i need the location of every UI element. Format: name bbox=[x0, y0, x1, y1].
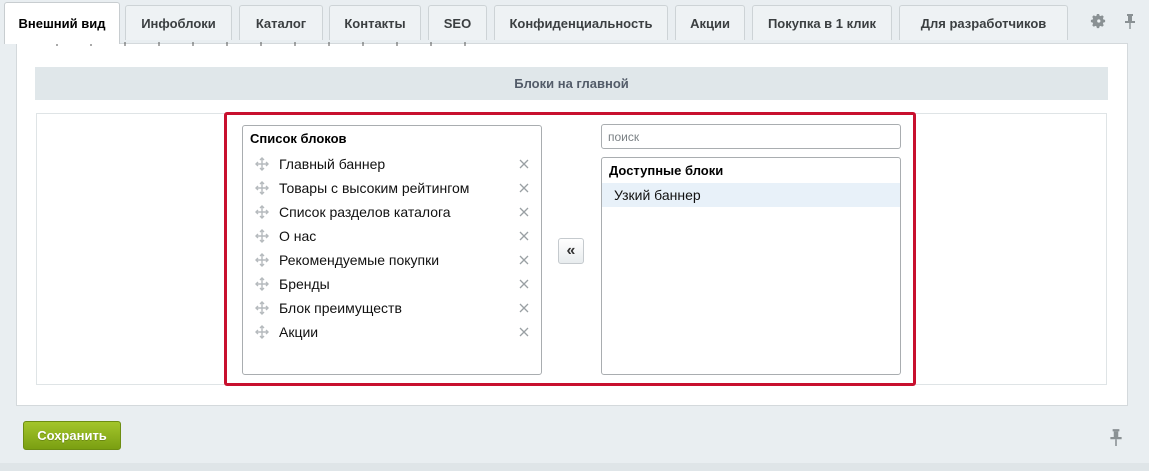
list-item-label: Бренды bbox=[279, 276, 330, 292]
pin-icon[interactable] bbox=[1108, 428, 1124, 446]
bottom-strip bbox=[0, 463, 1149, 471]
list-item[interactable]: Акции bbox=[243, 320, 541, 344]
list-item[interactable]: О нас bbox=[243, 224, 541, 248]
tab-privacy[interactable]: Конфиденциальность bbox=[494, 5, 668, 40]
list-item-label: Главный баннер bbox=[279, 156, 386, 172]
close-icon[interactable] bbox=[518, 278, 530, 290]
close-icon[interactable] bbox=[518, 254, 530, 266]
available-blocks-title: Доступные блоки bbox=[609, 163, 724, 178]
close-icon[interactable] bbox=[518, 182, 530, 194]
drag-handle-icon[interactable] bbox=[255, 301, 269, 315]
list-item-label: Товары с высоким рейтингом bbox=[279, 180, 470, 196]
blocks-list-title: Список блоков bbox=[250, 131, 347, 146]
pin-icon[interactable] bbox=[1121, 12, 1139, 30]
close-icon[interactable] bbox=[518, 158, 530, 170]
close-icon[interactable] bbox=[518, 230, 530, 242]
list-item-label: Блок преимуществ bbox=[279, 300, 402, 316]
tab-contacts[interactable]: Контакты bbox=[329, 5, 421, 40]
drag-handle-icon[interactable] bbox=[255, 205, 269, 219]
section-header: Блоки на главной bbox=[35, 67, 1108, 100]
tab-bar: Внешний вид Инфоблоки Каталог Контакты S… bbox=[0, 0, 1149, 44]
close-icon[interactable] bbox=[518, 206, 530, 218]
gear-icon[interactable] bbox=[1089, 12, 1107, 30]
list-item[interactable]: Рекомендуемые покупки bbox=[243, 248, 541, 272]
clipped-previous-content bbox=[56, 42, 486, 48]
list-item[interactable]: Товары с высоким рейтингом bbox=[243, 176, 541, 200]
available-blocks-list: Доступные блоки Узкий баннер bbox=[601, 157, 901, 375]
tab-appearance[interactable]: Внешний вид bbox=[4, 2, 120, 44]
list-item[interactable]: Узкий баннер bbox=[602, 183, 900, 207]
list-item[interactable]: Список разделов каталога bbox=[243, 200, 541, 224]
list-item[interactable]: Главный баннер bbox=[243, 152, 541, 176]
list-item-label: О нас bbox=[279, 228, 317, 244]
list-item[interactable]: Блок преимуществ bbox=[243, 296, 541, 320]
drag-handle-icon[interactable] bbox=[255, 157, 269, 171]
list-item[interactable]: Бренды bbox=[243, 272, 541, 296]
drag-handle-icon[interactable] bbox=[255, 325, 269, 339]
move-to-list-button[interactable]: « bbox=[558, 238, 584, 264]
drag-handle-icon[interactable] bbox=[255, 229, 269, 243]
list-item-label: Рекомендуемые покупки bbox=[279, 252, 440, 268]
list-item-label: Акции bbox=[279, 324, 319, 340]
tab-promotions[interactable]: Акции bbox=[675, 5, 745, 40]
drag-handle-icon[interactable] bbox=[255, 253, 269, 267]
close-icon[interactable] bbox=[518, 326, 530, 338]
blocks-list: Список блоков Главный баннер Товары с вы… bbox=[242, 125, 542, 375]
double-chevron-left-icon: « bbox=[566, 242, 576, 259]
tab-infoblocks[interactable]: Инфоблоки bbox=[125, 5, 232, 40]
search-input[interactable] bbox=[601, 124, 901, 149]
tab-seo[interactable]: SEO bbox=[428, 5, 487, 40]
tab-developers[interactable]: Для разработчиков bbox=[899, 5, 1068, 40]
drag-handle-icon[interactable] bbox=[255, 277, 269, 291]
tab-one-click-purchase[interactable]: Покупка в 1 клик bbox=[752, 5, 892, 40]
drag-handle-icon[interactable] bbox=[255, 181, 269, 195]
tab-catalog[interactable]: Каталог bbox=[239, 5, 323, 40]
list-item-label: Список разделов каталога bbox=[279, 204, 451, 220]
section-title: Блоки на главной bbox=[514, 76, 629, 91]
close-icon[interactable] bbox=[518, 302, 530, 314]
save-button[interactable]: Сохранить bbox=[23, 421, 121, 450]
